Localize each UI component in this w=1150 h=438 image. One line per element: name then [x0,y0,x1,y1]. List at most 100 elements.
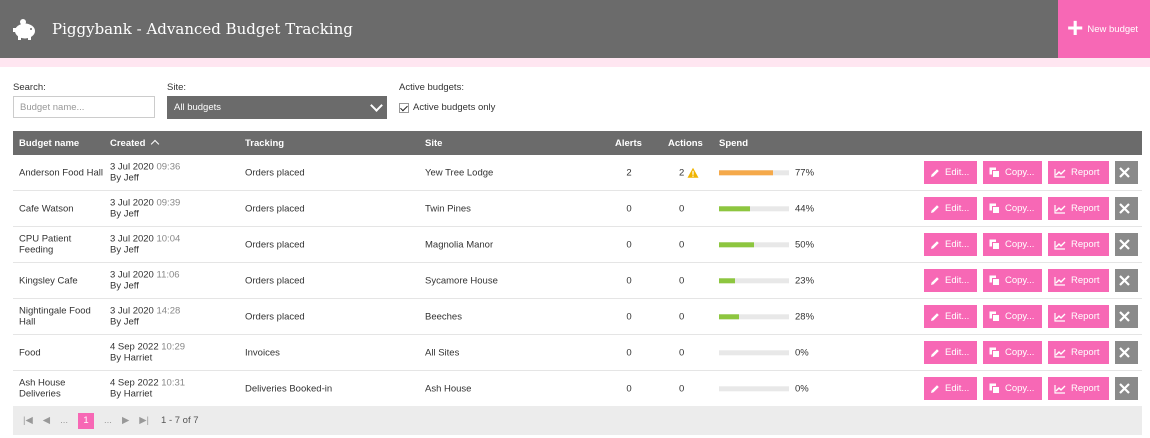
spend-progress-bar [719,277,789,283]
new-budget-button[interactable]: + New budget [1058,0,1150,58]
spend-percent: 28% [795,310,815,322]
report-button[interactable]: Report [1048,233,1109,256]
report-button-label: Report [1071,203,1100,214]
spend-progress-bar [719,169,789,175]
copy-button[interactable]: Copy... [983,341,1042,364]
alerts-count: 0 [626,382,632,394]
created-by: By Jeff [110,280,139,292]
spend-cell: 44% [719,203,814,214]
spend-progress-bar [719,241,789,247]
copy-button[interactable]: Copy... [983,161,1042,184]
actions-count: 0 [679,310,685,322]
copy-button[interactable]: Copy... [983,377,1042,400]
created-by: By Jeff [110,316,139,328]
first-page-icon[interactable]: |◀ [23,415,33,426]
edit-button[interactable]: Edit... [924,233,977,256]
active-budgets-label: Active budgets: [399,82,464,93]
edit-button[interactable]: Edit... [924,305,977,328]
report-button[interactable]: Report [1048,269,1109,292]
row-buttons: Edit... Copy... Report [924,305,1138,328]
column-header-budget-name[interactable]: Budget name [19,138,79,149]
spend-cell: 23% [719,275,814,286]
row-buttons: Edit... Copy... Report [924,233,1138,256]
copy-button-label: Copy... [1005,275,1035,286]
pencil-icon [931,348,939,357]
report-button-label: Report [1071,347,1100,358]
copy-button[interactable]: Copy... [983,269,1042,292]
tracking-type: Orders placed [245,310,305,322]
delete-button[interactable] [1115,341,1138,364]
header-accent-strip [0,58,1150,67]
tracking-type: Invoices [245,346,280,358]
site-select[interactable]: All budgets [167,96,387,119]
pencil-icon [931,240,939,249]
search-input[interactable] [13,96,155,118]
sort-ascending-icon [151,139,160,149]
report-button[interactable]: Report [1048,305,1109,328]
spend-progress-bar [719,205,789,211]
tracking-type: Orders placed [245,166,305,178]
close-icon [1118,275,1130,286]
report-button-label: Report [1071,383,1100,394]
pagination-ellipsis[interactable]: ... [60,415,68,426]
edit-button[interactable]: Edit... [924,269,977,292]
active-budgets-checkbox[interactable] [399,102,409,113]
table-row: Ash House Deliveries 4 Sep 2022 10:31 By… [13,371,1142,407]
line-chart-icon [1054,312,1066,322]
delete-button[interactable] [1115,197,1138,220]
column-header-created[interactable]: Created [110,138,160,149]
edit-button[interactable]: Edit... [924,377,977,400]
edit-button[interactable]: Edit... [924,161,977,184]
created-by: By Jeff [110,244,139,256]
edit-button[interactable]: Edit... [924,197,977,220]
delete-button[interactable] [1115,233,1138,256]
page-button-current[interactable]: 1 [78,412,95,429]
column-header-created-label: Created [110,138,146,149]
row-buttons: Edit... Copy... Report [924,377,1138,400]
site-name: Twin Pines [425,202,471,214]
copy-button[interactable]: Copy... [983,233,1042,256]
pagination-ellipsis-next[interactable]: ... [104,415,112,426]
delete-button[interactable] [1115,161,1138,184]
column-header-spend[interactable]: Spend [719,138,748,149]
actions-cell: 0 [679,347,684,358]
created-by: By Harriet [110,352,153,364]
edit-button[interactable]: Edit... [924,341,977,364]
actions-cell: 0 [679,275,684,286]
spend-cell: 77% [719,167,814,178]
previous-page-icon[interactable]: ◀ [43,415,50,426]
alerts-count: 0 [626,274,632,286]
active-budgets-toggle[interactable]: Active budgets only [399,102,495,113]
alerts-count: 2 [626,166,632,178]
next-page-icon[interactable]: ▶ [122,415,129,426]
warning-icon [687,167,699,178]
copy-button[interactable]: Copy... [983,305,1042,328]
report-button[interactable]: Report [1048,377,1109,400]
copy-button-label: Copy... [1005,311,1035,322]
site-select-value: All budgets [174,102,222,113]
search-label: Search: [13,82,46,93]
created-cell: 3 Jul 2020 09:39 By Jeff [110,197,180,220]
copy-button[interactable]: Copy... [983,197,1042,220]
column-header-tracking[interactable]: Tracking [245,138,284,149]
report-button[interactable]: Report [1048,161,1109,184]
report-button[interactable]: Report [1048,197,1109,220]
report-button[interactable]: Report [1048,341,1109,364]
spend-progress-fill [719,169,773,175]
close-icon [1118,311,1130,322]
column-header-site[interactable]: Site [425,138,442,149]
last-page-icon[interactable]: ▶| [139,415,149,426]
pagination: |◀ ◀ ... 1 ... ▶ ▶| 1 - 7 of 7 [13,406,1142,435]
copy-button-label: Copy... [1005,167,1035,178]
created-date: 3 Jul 2020 [110,233,154,245]
column-header-alerts[interactable]: Alerts [615,138,642,149]
column-header-actions[interactable]: Actions [668,138,703,149]
delete-button[interactable] [1115,269,1138,292]
actions-count: 0 [679,382,685,394]
delete-button[interactable] [1115,377,1138,400]
delete-button[interactable] [1115,305,1138,328]
spend-progress-fill [719,241,754,247]
line-chart-icon [1054,384,1066,394]
alerts-count: 0 [626,346,632,358]
pencil-icon [931,384,939,393]
